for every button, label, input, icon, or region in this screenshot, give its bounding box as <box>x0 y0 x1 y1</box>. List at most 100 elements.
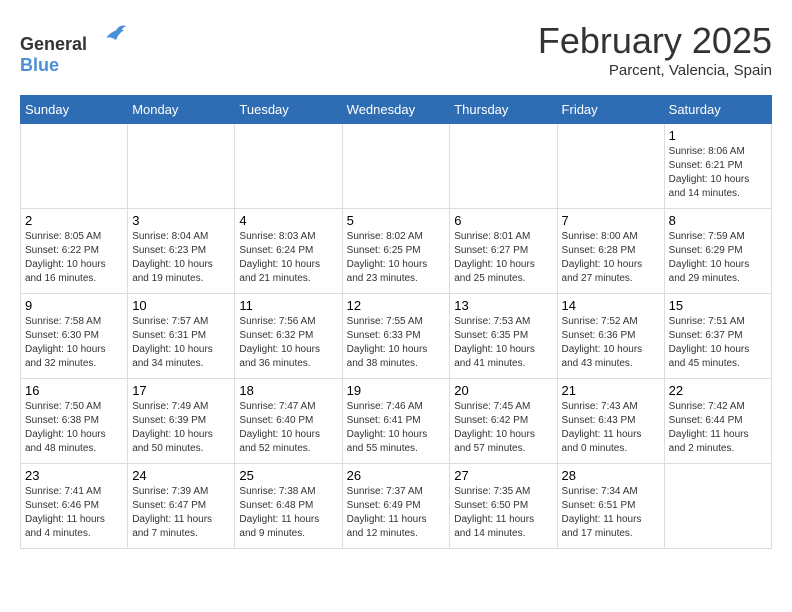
day-content: Sunrise: 7:47 AM Sunset: 6:40 PM Dayligh… <box>239 400 337 456</box>
day-content: Sunrise: 7:45 AM Sunset: 6:42 PM Dayligh… <box>454 400 552 456</box>
day-number: 4 <box>239 213 337 228</box>
day-content: Sunrise: 7:41 AM Sunset: 6:46 PM Dayligh… <box>25 485 123 541</box>
day-content: Sunrise: 7:56 AM Sunset: 6:32 PM Dayligh… <box>239 315 337 371</box>
day-number: 19 <box>347 383 446 398</box>
calendar-cell: 11 Sunrise: 7:56 AM Sunset: 6:32 PM Dayli… <box>235 294 342 379</box>
day-number: 22 <box>669 383 767 398</box>
logo-blue: Blue <box>20 55 59 75</box>
day-number: 2 <box>25 213 123 228</box>
day-number: 9 <box>25 298 123 313</box>
day-content: Sunrise: 7:39 AM Sunset: 6:47 PM Dayligh… <box>132 485 230 541</box>
calendar-week-3: 9 Sunrise: 7:58 AM Sunset: 6:30 PM Daylig… <box>21 294 772 379</box>
calendar-cell: 7 Sunrise: 8:00 AM Sunset: 6:28 PM Daylig… <box>557 209 664 294</box>
calendar-cell <box>557 124 664 209</box>
day-number: 21 <box>562 383 660 398</box>
calendar-cell: 4 Sunrise: 8:03 AM Sunset: 6:24 PM Daylig… <box>235 209 342 294</box>
calendar-cell: 12 Sunrise: 7:55 AM Sunset: 6:33 PM Dayli… <box>342 294 450 379</box>
header-tuesday: Tuesday <box>235 96 342 124</box>
calendar-cell: 8Sunrise: 7:59 AM Sunset: 6:29 PM Daylig… <box>664 209 771 294</box>
calendar-cell: 9 Sunrise: 7:58 AM Sunset: 6:30 PM Daylig… <box>21 294 128 379</box>
day-content: Sunrise: 7:53 AM Sunset: 6:35 PM Dayligh… <box>454 315 552 371</box>
day-number: 27 <box>454 468 552 483</box>
calendar-cell <box>21 124 128 209</box>
calendar-cell: 23 Sunrise: 7:41 AM Sunset: 6:46 PM Dayli… <box>21 464 128 549</box>
header-thursday: Thursday <box>450 96 557 124</box>
day-content: Sunrise: 8:04 AM Sunset: 6:23 PM Dayligh… <box>132 230 230 286</box>
header-monday: Monday <box>128 96 235 124</box>
header: General Blue February 2025 Parcent, Vale… <box>20 20 772 79</box>
day-content: Sunrise: 7:58 AM Sunset: 6:30 PM Dayligh… <box>25 315 123 371</box>
day-number: 28 <box>562 468 660 483</box>
logo: General Blue <box>20 20 126 76</box>
calendar-cell: 28Sunrise: 7:34 AM Sunset: 6:51 PM Dayli… <box>557 464 664 549</box>
day-content: Sunrise: 8:00 AM Sunset: 6:28 PM Dayligh… <box>562 230 660 286</box>
calendar-subtitle: Parcent, Valencia, Spain <box>538 62 772 79</box>
calendar-week-1: 1Sunrise: 8:06 AM Sunset: 6:21 PM Daylig… <box>21 124 772 209</box>
day-number: 18 <box>239 383 337 398</box>
day-number: 12 <box>347 298 446 313</box>
calendar-cell: 18 Sunrise: 7:47 AM Sunset: 6:40 PM Dayli… <box>235 379 342 464</box>
header-sunday: Sunday <box>21 96 128 124</box>
day-content: Sunrise: 7:55 AM Sunset: 6:33 PM Dayligh… <box>347 315 446 371</box>
calendar-cell: 10Sunrise: 7:57 AM Sunset: 6:31 PM Dayli… <box>128 294 235 379</box>
calendar-cell: 17Sunrise: 7:49 AM Sunset: 6:39 PM Dayli… <box>128 379 235 464</box>
calendar-cell: 26 Sunrise: 7:37 AM Sunset: 6:49 PM Dayli… <box>342 464 450 549</box>
calendar-title: February 2025 <box>538 20 772 62</box>
calendar-cell: 13 Sunrise: 7:53 AM Sunset: 6:35 PM Dayli… <box>450 294 557 379</box>
calendar-week-5: 23 Sunrise: 7:41 AM Sunset: 6:46 PM Dayli… <box>21 464 772 549</box>
day-number: 14 <box>562 298 660 313</box>
calendar-cell <box>128 124 235 209</box>
day-number: 20 <box>454 383 552 398</box>
day-content: Sunrise: 8:05 AM Sunset: 6:22 PM Dayligh… <box>25 230 123 286</box>
day-content: Sunrise: 8:01 AM Sunset: 6:27 PM Dayligh… <box>454 230 552 286</box>
calendar-cell: 27 Sunrise: 7:35 AM Sunset: 6:50 PM Dayli… <box>450 464 557 549</box>
calendar-cell <box>235 124 342 209</box>
calendar-cell: 19 Sunrise: 7:46 AM Sunset: 6:41 PM Dayli… <box>342 379 450 464</box>
calendar-week-4: 16Sunrise: 7:50 AM Sunset: 6:38 PM Dayli… <box>21 379 772 464</box>
calendar-cell <box>342 124 450 209</box>
calendar-cell: 5 Sunrise: 8:02 AM Sunset: 6:25 PM Daylig… <box>342 209 450 294</box>
logo-general: General <box>20 34 87 54</box>
calendar-cell: 14 Sunrise: 7:52 AM Sunset: 6:36 PM Dayli… <box>557 294 664 379</box>
day-content: Sunrise: 7:37 AM Sunset: 6:49 PM Dayligh… <box>347 485 446 541</box>
day-number: 6 <box>454 213 552 228</box>
day-content: Sunrise: 7:42 AM Sunset: 6:44 PM Dayligh… <box>669 400 767 456</box>
day-number: 7 <box>562 213 660 228</box>
calendar-cell: 21 Sunrise: 7:43 AM Sunset: 6:43 PM Dayli… <box>557 379 664 464</box>
day-number: 5 <box>347 213 446 228</box>
day-number: 11 <box>239 298 337 313</box>
calendar-cell: 16Sunrise: 7:50 AM Sunset: 6:38 PM Dayli… <box>21 379 128 464</box>
calendar-cell: 22 Sunrise: 7:42 AM Sunset: 6:44 PM Dayli… <box>664 379 771 464</box>
calendar-cell: 25Sunrise: 7:38 AM Sunset: 6:48 PM Dayli… <box>235 464 342 549</box>
calendar-cell: 2 Sunrise: 8:05 AM Sunset: 6:22 PM Daylig… <box>21 209 128 294</box>
day-content: Sunrise: 7:35 AM Sunset: 6:50 PM Dayligh… <box>454 485 552 541</box>
header-wednesday: Wednesday <box>342 96 450 124</box>
day-content: Sunrise: 7:49 AM Sunset: 6:39 PM Dayligh… <box>132 400 230 456</box>
calendar-cell: 6 Sunrise: 8:01 AM Sunset: 6:27 PM Daylig… <box>450 209 557 294</box>
day-content: Sunrise: 7:57 AM Sunset: 6:31 PM Dayligh… <box>132 315 230 371</box>
header-friday: Friday <box>557 96 664 124</box>
calendar-header-row: Sunday Monday Tuesday Wednesday Thursday… <box>21 96 772 124</box>
day-content: Sunrise: 7:43 AM Sunset: 6:43 PM Dayligh… <box>562 400 660 456</box>
day-number: 16 <box>25 383 123 398</box>
calendar-cell: 15 Sunrise: 7:51 AM Sunset: 6:37 PM Dayli… <box>664 294 771 379</box>
day-number: 26 <box>347 468 446 483</box>
day-content: Sunrise: 7:38 AM Sunset: 6:48 PM Dayligh… <box>239 485 337 541</box>
day-content: Sunrise: 7:46 AM Sunset: 6:41 PM Dayligh… <box>347 400 446 456</box>
day-number: 3 <box>132 213 230 228</box>
day-content: Sunrise: 8:03 AM Sunset: 6:24 PM Dayligh… <box>239 230 337 286</box>
day-number: 23 <box>25 468 123 483</box>
day-content: Sunrise: 7:52 AM Sunset: 6:36 PM Dayligh… <box>562 315 660 371</box>
day-content: Sunrise: 8:02 AM Sunset: 6:25 PM Dayligh… <box>347 230 446 286</box>
day-number: 1 <box>669 128 767 143</box>
day-content: Sunrise: 7:59 AM Sunset: 6:29 PM Dayligh… <box>669 230 767 286</box>
calendar-cell <box>450 124 557 209</box>
day-number: 13 <box>454 298 552 313</box>
day-number: 24 <box>132 468 230 483</box>
calendar-cell <box>664 464 771 549</box>
day-content: Sunrise: 7:51 AM Sunset: 6:37 PM Dayligh… <box>669 315 767 371</box>
logo-bird-icon <box>96 20 126 50</box>
day-number: 15 <box>669 298 767 313</box>
calendar-cell: 24 Sunrise: 7:39 AM Sunset: 6:47 PM Dayli… <box>128 464 235 549</box>
title-area: February 2025 Parcent, Valencia, Spain <box>538 20 772 79</box>
